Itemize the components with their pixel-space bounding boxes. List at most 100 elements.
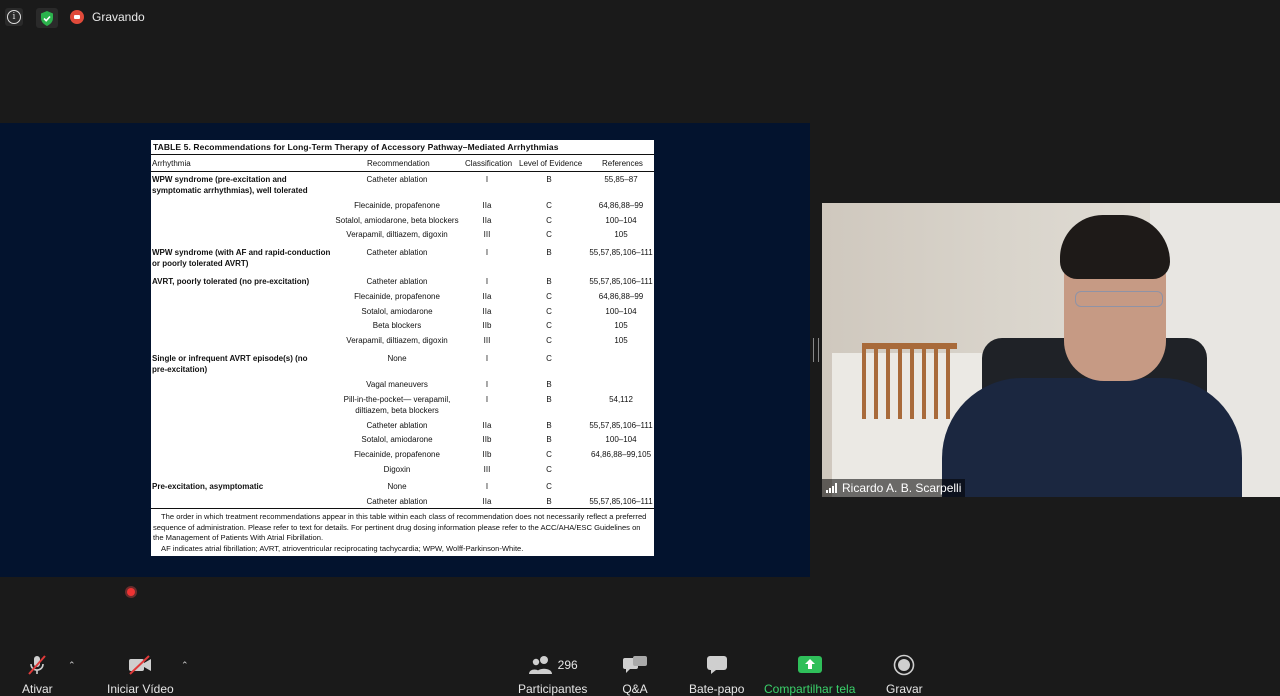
cell-classification: I — [485, 248, 489, 257]
cell-level-of-evidence: C — [546, 307, 552, 316]
cell-classification: I — [485, 482, 489, 491]
cell-level-of-evidence: C — [546, 201, 552, 210]
cell-arrhythmia: Pre-excitation, asymptomatic — [152, 482, 264, 491]
unmute-button[interactable]: Ativar — [22, 654, 53, 696]
cell-recommendation: Catheter ablation — [366, 497, 428, 506]
slide-table: TABLE 5. Recommendations for Long-Term T… — [151, 140, 654, 556]
cell-level-of-evidence: B — [546, 248, 552, 257]
cell-level-of-evidence: C — [546, 336, 552, 345]
cell-classification: IIb — [482, 450, 492, 459]
col-header-arrhythmia: Arrhythmia — [152, 159, 191, 168]
cell-references: 55,57,85,106–111 — [589, 497, 653, 506]
cell-level-of-evidence: B — [546, 175, 552, 184]
signal-strength-icon — [826, 483, 837, 493]
record-icon — [894, 654, 915, 676]
share-screen-icon — [797, 656, 822, 673]
qa-label: Q&A — [622, 682, 648, 696]
start-video-button[interactable]: Iniciar Vídeo — [107, 654, 174, 696]
record-button[interactable]: Gravar — [886, 654, 923, 696]
cell-level-of-evidence: C — [546, 450, 552, 459]
cell-level-of-evidence: C — [546, 292, 552, 301]
video-background — [862, 343, 957, 419]
cell-level-of-evidence: B — [546, 277, 552, 286]
chevron-up-icon[interactable]: ⌃ — [181, 660, 189, 671]
microphone-muted-icon — [28, 655, 47, 675]
recording-label: Gravando — [92, 10, 145, 24]
cell-level-of-evidence: B — [546, 421, 552, 430]
participants-label: Participantes — [518, 682, 588, 696]
cell-references: 100–104 — [605, 435, 637, 444]
cell-recommendation: Sotalol, amiodarone, beta blockers — [335, 216, 459, 225]
cell-level-of-evidence: C — [546, 216, 552, 225]
col-header-recommendation: Recommendation — [367, 159, 430, 168]
cell-classification: IIa — [482, 292, 492, 301]
table-rule — [151, 508, 654, 509]
cell-recommendation: Sotalol, amiodarone — [361, 307, 433, 316]
slide-title: TABLE 5. Recommendations for Long-Term T… — [153, 142, 559, 152]
cell-classification: III — [483, 465, 491, 474]
chat-button[interactable]: Bate-papo — [689, 654, 744, 696]
cell-recommendation: Catheter ablation — [366, 175, 428, 184]
chevron-up-icon[interactable]: ⌃ — [68, 660, 76, 671]
info-icon: i — [7, 10, 21, 24]
laser-pointer — [127, 588, 135, 596]
participants-count: 296 — [557, 658, 578, 672]
cell-references: 64,86,88–99 — [598, 201, 644, 210]
cell-recommendation: Vagal maneuvers — [366, 380, 428, 389]
panel-resize-handle[interactable] — [813, 338, 819, 362]
chat-label: Bate-papo — [689, 682, 745, 696]
cell-references: 64,86,88–99 — [598, 292, 644, 301]
qa-button[interactable]: Q&A — [622, 654, 648, 696]
cell-classification: III — [483, 230, 491, 239]
participant-video[interactable]: Ricardo A. B. Scarpelli — [822, 203, 1280, 497]
cell-classification: I — [485, 277, 489, 286]
cell-references: 100–104 — [605, 307, 637, 316]
shield-icon — [41, 10, 53, 26]
unmute-label: Ativar — [22, 682, 53, 696]
participants-button[interactable]: 296 Participantes — [518, 654, 587, 696]
cell-classification: IIa — [482, 421, 492, 430]
table-rule — [151, 171, 654, 172]
table-footnote: The order in which treatment recommendat… — [153, 512, 653, 554]
chat-icon — [706, 656, 727, 674]
cell-level-of-evidence: C — [546, 482, 552, 491]
cell-recommendation: Catheter ablation — [366, 277, 428, 286]
security-shield-button[interactable] — [36, 8, 58, 28]
video-camera-off-icon — [129, 655, 152, 675]
cell-arrhythmia: pre-excitation) — [152, 365, 208, 374]
cell-level-of-evidence: C — [546, 321, 552, 330]
cell-arrhythmia: WPW syndrome (with AF and rapid-conducti… — [152, 248, 331, 257]
footnote-order: The order in which treatment recommendat… — [153, 512, 647, 542]
cell-recommendation: Beta blockers — [372, 321, 422, 330]
info-button[interactable]: i — [5, 8, 23, 26]
cell-level-of-evidence: B — [546, 435, 552, 444]
cell-arrhythmia: or poorly tolerated AVRT) — [152, 259, 249, 268]
cell-level-of-evidence: B — [546, 395, 552, 404]
cell-recommendation: Catheter ablation — [366, 421, 428, 430]
cell-level-of-evidence: C — [546, 230, 552, 239]
participant-name-tag: Ricardo A. B. Scarpelli — [822, 479, 966, 497]
shared-screen: TABLE 5. Recommendations for Long-Term T… — [0, 123, 810, 596]
cell-references: 105 — [614, 321, 628, 330]
recording-indicator[interactable]: Gravando — [70, 10, 145, 24]
cell-references: 64,86,88–99,105 — [590, 450, 652, 459]
cell-recommendation: Verapamil, diltiazem, digoxin — [346, 230, 448, 239]
cell-references: 105 — [614, 230, 628, 239]
footnote-abbreviations: AF indicates atrial fibrillation; AVRT, … — [161, 543, 524, 553]
participant-name: Ricardo A. B. Scarpelli — [842, 481, 962, 495]
cell-classification: IIb — [482, 321, 492, 330]
cell-recommendation: Sotalol, amiodarone — [361, 435, 433, 444]
share-screen-button[interactable]: Compartilhar tela — [764, 654, 855, 696]
record-label: Gravar — [886, 682, 923, 696]
cell-references: 55,85–87 — [604, 175, 638, 184]
cell-arrhythmia: symptomatic arrhythmias), well tolerated — [152, 186, 308, 195]
cell-recommendation: Flecainide, propafenone — [354, 201, 440, 210]
cell-references: 55,57,85,106–111 — [589, 421, 653, 430]
qa-icon — [623, 656, 647, 673]
recording-icon — [70, 10, 84, 24]
cell-classification: IIa — [482, 216, 492, 225]
cell-recommendation: diltiazem, beta blockers — [355, 406, 439, 415]
cell-recommendation: Flecainide, propafenone — [354, 450, 440, 459]
cell-level-of-evidence: B — [546, 497, 552, 506]
cell-recommendation: Flecainide, propafenone — [354, 292, 440, 301]
